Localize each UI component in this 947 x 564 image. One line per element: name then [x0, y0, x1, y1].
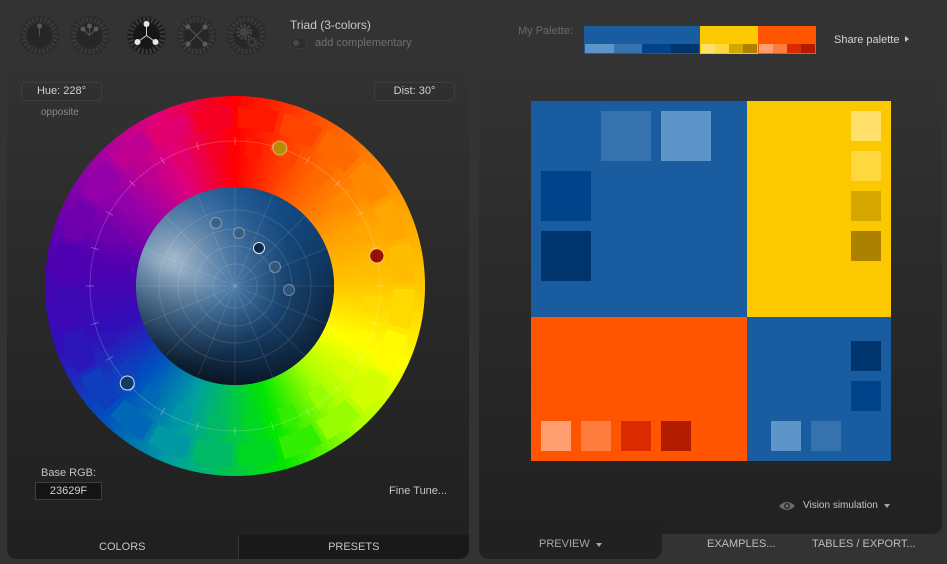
palette-color-group[interactable]	[758, 26, 816, 54]
tab-colors[interactable]: COLORS	[7, 535, 239, 559]
preview-block-primary	[531, 101, 747, 317]
shade-handle[interactable]	[283, 284, 295, 296]
tab-presets[interactable]: PRESETS	[238, 535, 469, 559]
palette-shades	[759, 44, 815, 53]
share-palette-label: Share palette	[834, 34, 900, 46]
base-rgb-input[interactable]	[35, 482, 102, 500]
palette-shade-swatch[interactable]	[743, 44, 757, 53]
add-complementary-toggle[interactable]	[290, 37, 307, 49]
palette-shade-swatch[interactable]	[701, 44, 715, 53]
preview-swatch	[811, 421, 841, 451]
preview-swatch	[661, 111, 711, 161]
preview-panel: Vision simulation PREVIEW EXAMPLES... TA…	[479, 72, 942, 559]
shade-handle[interactable]	[253, 242, 265, 254]
share-palette-button[interactable]: Share palette	[834, 34, 910, 46]
preview-block-tertiary	[531, 317, 747, 461]
palette-shade-swatch[interactable]	[759, 44, 773, 53]
vision-simulation-label: Vision simulation	[803, 500, 878, 511]
gear-scheme-icon	[228, 17, 265, 54]
preview-swatch	[661, 421, 691, 451]
preview-swatch	[851, 111, 881, 141]
tetrad-scheme-icon	[178, 17, 215, 54]
analogic-scheme-icon	[71, 17, 108, 54]
preview-swatch	[851, 381, 881, 411]
triad-scheme-icon	[128, 17, 165, 54]
tab-preview[interactable]: PREVIEW	[539, 538, 602, 550]
preview-swatch	[851, 191, 881, 221]
palette-color-group[interactable]	[700, 26, 758, 54]
palette-main-swatch[interactable]	[585, 27, 699, 44]
palette-shade-swatch[interactable]	[585, 44, 614, 53]
palette-color-group[interactable]	[584, 26, 700, 54]
scheme-custom-button[interactable]	[227, 16, 266, 55]
primary-hue-handle[interactable]	[119, 375, 135, 391]
palette-shade-swatch[interactable]	[729, 44, 743, 53]
palette-shade-swatch[interactable]	[801, 44, 815, 53]
preview-swatch	[621, 421, 651, 451]
shade-handle[interactable]	[269, 261, 281, 273]
left-tabbar: COLORS PRESETS	[7, 535, 469, 559]
preview-block-secondary	[747, 101, 891, 317]
vision-simulation-dropdown[interactable]: Vision simulation	[779, 500, 890, 511]
color-wheel-panel: Hue: 228° Dist: 30° opposite Base RGB: F…	[7, 72, 469, 559]
preview-block-primary-small	[747, 317, 891, 461]
preview-swatch	[851, 151, 881, 181]
palette-label: My Palette:	[518, 25, 574, 37]
preview-swatch	[541, 231, 591, 281]
color-wheel[interactable]	[40, 90, 430, 480]
preview-swatch	[851, 341, 881, 371]
palette-shade-swatch[interactable]	[613, 44, 642, 53]
palette-shade-swatch[interactable]	[642, 44, 671, 53]
shade-handle[interactable]	[210, 217, 222, 229]
caret-down-icon	[595, 543, 602, 547]
chevron-right-icon	[905, 36, 910, 42]
secondary-hue-handle[interactable]	[272, 140, 288, 156]
scheme-tetrad-button[interactable]	[177, 16, 216, 55]
preview-swatch	[541, 171, 591, 221]
palette-main-swatch[interactable]	[701, 27, 757, 44]
tab-preview-label: PREVIEW	[539, 538, 590, 550]
mono-scheme-icon	[21, 17, 58, 54]
shade-handle[interactable]	[233, 227, 245, 239]
scheme-triad-button[interactable]	[127, 16, 166, 55]
palette-shade-swatch[interactable]	[773, 44, 787, 53]
preview-swatch	[851, 231, 881, 261]
eye-icon	[779, 501, 795, 510]
palette-shade-swatch[interactable]	[670, 44, 699, 53]
inner-grid	[136, 187, 334, 385]
preview-swatch	[581, 421, 611, 451]
preview-swatch	[601, 111, 651, 161]
base-rgb-label: Base RGB:	[41, 467, 97, 479]
add-complementary-label[interactable]: add complementary	[315, 37, 412, 49]
palette-main-swatch[interactable]	[759, 27, 815, 44]
caret-down-icon	[883, 503, 890, 508]
tab-tables-export[interactable]: TABLES / EXPORT...	[812, 538, 916, 550]
scheme-analogic-button[interactable]	[70, 16, 109, 55]
palette-bar[interactable]	[584, 26, 816, 54]
palette-shade-swatch[interactable]	[715, 44, 729, 53]
preview-grid	[531, 101, 891, 461]
preview-swatch	[771, 421, 801, 451]
palette-shade-swatch[interactable]	[787, 44, 801, 53]
tertiary-hue-handle[interactable]	[369, 248, 385, 264]
palette-shades	[701, 44, 757, 53]
scheme-title: Triad (3-colors)	[290, 18, 371, 32]
fine-tune-button[interactable]: Fine Tune...	[389, 485, 447, 497]
scheme-mono-button[interactable]	[20, 16, 59, 55]
tab-examples[interactable]: EXAMPLES...	[707, 538, 775, 550]
preview-swatch	[541, 421, 571, 451]
palette-shades	[585, 44, 699, 53]
